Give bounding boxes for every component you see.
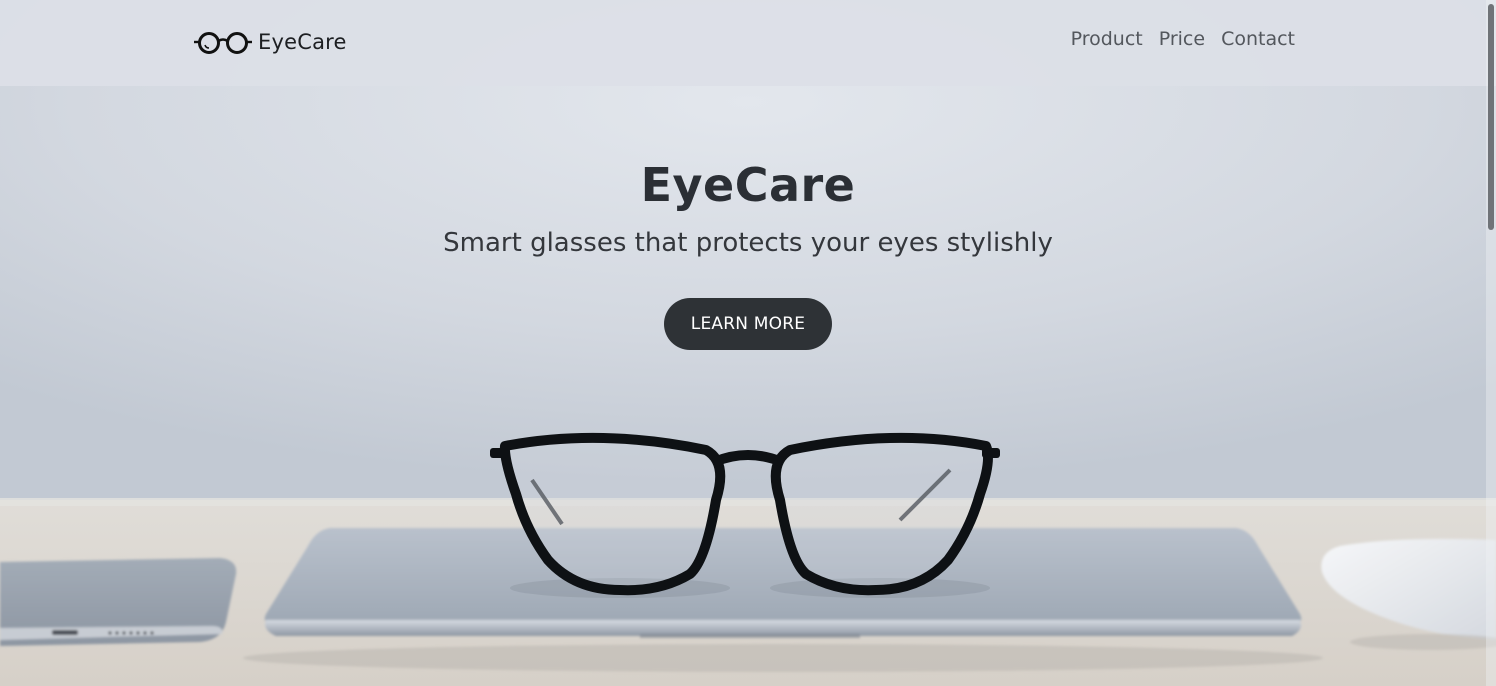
landing-page: EyeCare Product Price Contact EyeCare Sm… [0,0,1496,686]
nav-links: Product Price Contact [1071,28,1295,50]
top-navbar: EyeCare Product Price Contact [0,0,1496,86]
page-scrollbar[interactable] [1486,0,1496,686]
brand-logo-link[interactable]: EyeCare [194,24,347,60]
nav-link-price[interactable]: Price [1159,28,1205,50]
glasses-icon [194,28,252,56]
nav-link-product[interactable]: Product [1071,28,1143,50]
brand-name: EyeCare [258,30,347,54]
nav-link-contact[interactable]: Contact [1221,28,1295,50]
hero-title: EyeCare [640,158,856,212]
scrollbar-thumb[interactable] [1488,4,1494,230]
learn-more-button[interactable]: LEARN MORE [664,298,832,350]
hero-subtitle: Smart glasses that protects your eyes st… [443,228,1053,258]
